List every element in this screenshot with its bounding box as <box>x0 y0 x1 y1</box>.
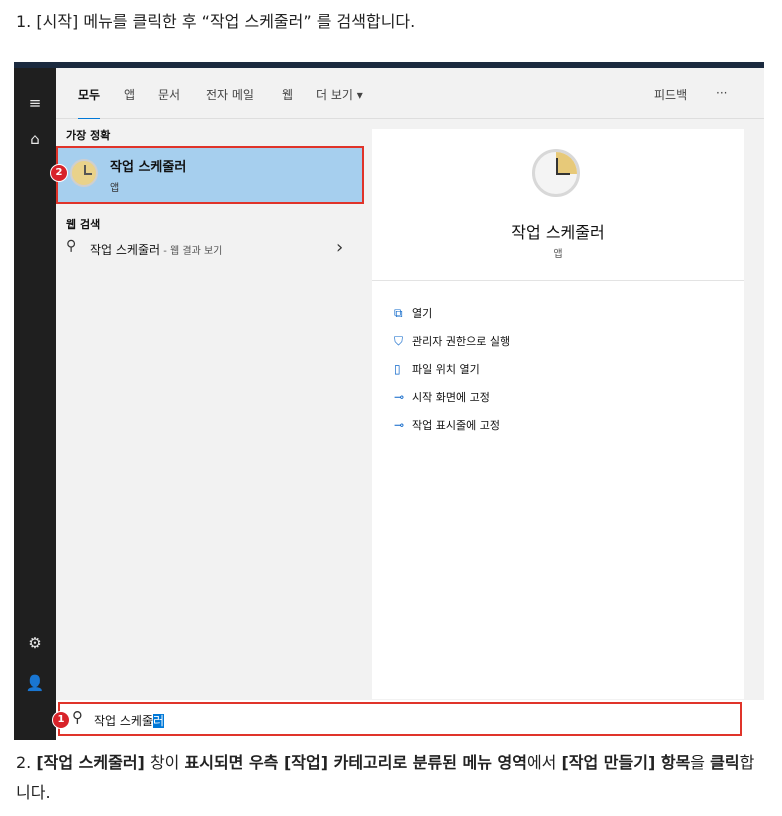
file-location-icon: ▯ <box>394 362 401 376</box>
tab-documents[interactable]: 문서 <box>158 86 180 103</box>
best-match-item[interactable]: 작업 스케줄러 앱 <box>56 146 364 204</box>
step2-instruction: 2. [작업 스케줄러] 창이 표시되면 우측 [작업] 카테고리로 분류된 메… <box>16 753 755 802</box>
action-open[interactable]: ⧉ 열기 <box>394 305 432 327</box>
settings-icon[interactable]: ⚙ <box>14 634 56 652</box>
results-pane: 가장 정확 작업 스케줄러 앱 2 웹 검색 ⚲ 작업 스케줄러 - 웹 결과 … <box>50 119 372 699</box>
search-icon: ⚲ <box>66 238 77 254</box>
annotation-badge-1: 1 <box>52 711 70 729</box>
task-scheduler-icon <box>70 159 98 187</box>
more-options-button[interactable]: ··· <box>716 86 727 100</box>
tab-web[interactable]: 웹 <box>282 86 293 103</box>
user-icon[interactable]: 👤 <box>14 674 56 692</box>
preview-app-name: 작업 스케줄러 <box>511 223 605 242</box>
best-match-heading: 가장 정확 <box>66 129 111 142</box>
tab-more[interactable]: 더 보기 ▾ <box>316 86 363 103</box>
web-search-heading: 웹 검색 <box>66 218 101 231</box>
search-input[interactable]: ⚲ 작업 스케줄러 <box>58 702 742 736</box>
divider <box>372 280 744 281</box>
step1-instruction: 1. [시작] 메뉴를 클릭한 후 “작업 스케줄러” 를 검색합니다. <box>16 12 416 31</box>
search-icon: ⚲ <box>72 708 83 726</box>
tab-all[interactable]: 모두 <box>78 86 101 121</box>
chevron-right-icon: › <box>336 237 344 258</box>
best-match-type: 앱 <box>110 183 120 194</box>
search-text: 작업 스케줄 <box>94 714 154 728</box>
open-icon: ⧉ <box>394 306 403 320</box>
search-tabs: 모두 앱 문서 전자 메일 웹 더 보기 ▾ 피드백 ··· <box>56 68 764 121</box>
home-icon[interactable]: ⌂ <box>14 130 56 148</box>
best-match-name: 작업 스케줄러 <box>110 160 187 175</box>
action-pin-to-taskbar[interactable]: ⊸ 작업 표시줄에 고정 <box>394 417 500 439</box>
action-run-as-admin[interactable]: ⛉ 관리자 권한으로 실행 <box>394 333 510 355</box>
task-scheduler-large-icon <box>532 149 580 197</box>
tab-email[interactable]: 전자 메일 <box>206 86 254 103</box>
preview-pane: 작업 스케줄러 앱 ⧉ 열기 ⛉ 관리자 권한으로 실행 ▯ 파일 위치 열기 ⊸ 시작… <box>372 129 744 699</box>
web-result-suffix: - 웹 결과 보기 <box>160 246 223 257</box>
admin-shield-icon: ⛉ <box>394 334 404 348</box>
hamburger-icon[interactable]: ≡ <box>14 94 56 112</box>
search-bar: ⚲ 작업 스케줄러 1 <box>52 700 764 740</box>
action-open-file-location[interactable]: ▯ 파일 위치 열기 <box>394 361 480 383</box>
search-text-selected: 러 <box>153 714 165 728</box>
windows-search-screenshot: ≡ ⌂ ⚙ 👤 모두 앱 문서 전자 메일 웹 더 보기 ▾ 피드백 ··· 가… <box>14 62 764 740</box>
web-search-result[interactable]: ⚲ 작업 스케줄러 - 웹 결과 보기 › <box>56 236 364 262</box>
action-pin-to-start[interactable]: ⊸ 시작 화면에 고정 <box>394 389 490 411</box>
web-result-query: 작업 스케줄러 <box>90 243 161 257</box>
tab-apps[interactable]: 앱 <box>124 86 135 103</box>
pin-start-icon: ⊸ <box>394 390 405 404</box>
pin-taskbar-icon: ⊸ <box>394 418 405 432</box>
feedback-button[interactable]: 피드백 <box>654 86 687 103</box>
annotation-badge-2: 2 <box>50 164 68 182</box>
preview-app-type: 앱 <box>553 249 563 260</box>
